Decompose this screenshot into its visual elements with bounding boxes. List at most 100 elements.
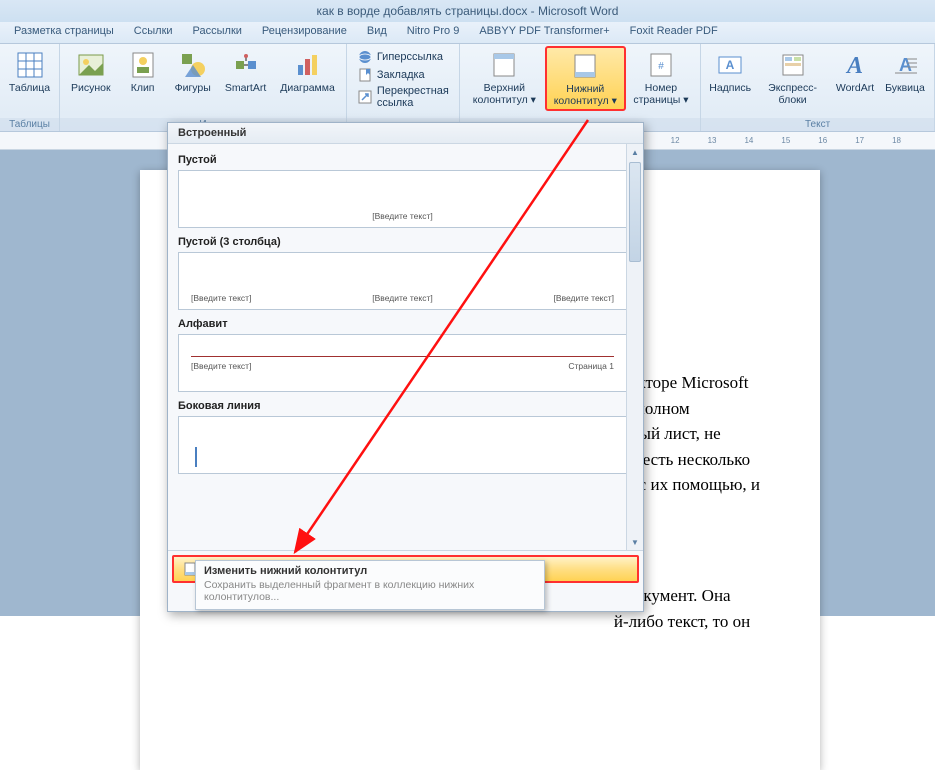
tab-view[interactable]: Вид: [357, 22, 397, 43]
page-number-icon: #: [645, 49, 677, 81]
hyperlink-button[interactable]: Гиперссылка: [355, 48, 451, 66]
tab-abbyy[interactable]: ABBYY PDF Transformer+: [469, 22, 619, 43]
tab-page-layout[interactable]: Разметка страницы: [4, 22, 124, 43]
ruler-mark: 15: [781, 136, 790, 145]
dropcap-icon: A: [889, 49, 921, 81]
tables-group-label: Таблицы: [0, 118, 59, 131]
delete-icon: [178, 589, 194, 605]
ruler-mark: 17: [855, 136, 864, 145]
gallery-item-alphabet[interactable]: [Введите текст] Страница 1: [178, 334, 627, 392]
picture-label: Рисунок: [71, 83, 111, 95]
page-number-label: Номер страницы ▾: [633, 83, 689, 106]
tab-foxit[interactable]: Foxit Reader PDF: [620, 22, 728, 43]
ribbon-tabs: Разметка страницы Ссылки Рассылки Реценз…: [0, 22, 935, 44]
body-text: й-либо текст, то он: [614, 609, 760, 635]
svg-text:A: A: [726, 58, 735, 72]
dropcap-button[interactable]: A Буквица: [880, 46, 930, 98]
scroll-up-icon[interactable]: ▲: [627, 144, 643, 160]
gallery-item-sideline-label: Боковая линия: [178, 400, 633, 412]
scroll-thumb[interactable]: [629, 162, 641, 262]
footer-label: Нижний колонтитул ▾: [553, 84, 618, 107]
clip-button[interactable]: Клип: [118, 46, 168, 98]
text-group-label: Текст: [701, 118, 934, 131]
table-button[interactable]: Таблица: [4, 46, 55, 98]
tab-nitro[interactable]: Nitro Pro 9: [397, 22, 470, 43]
gallery-item-alphabet-label: Алфавит: [178, 318, 633, 330]
bookmark-icon: [357, 67, 373, 83]
placeholder-text: [Введите текст]: [554, 293, 614, 303]
shapes-icon: [177, 49, 209, 81]
header-button[interactable]: Верхний колонтитул ▾: [464, 46, 545, 109]
textbox-icon: A: [714, 49, 746, 81]
placeholder-text: [Введите текст]: [372, 211, 432, 221]
svg-text:A: A: [899, 55, 912, 75]
footer-icon: [569, 50, 601, 82]
chart-label: Диаграмма: [280, 83, 335, 95]
scroll-down-icon[interactable]: ▼: [627, 534, 643, 550]
chart-button[interactable]: Диаграмма: [273, 46, 342, 98]
quickparts-label: Экспресс-блоки: [762, 83, 823, 106]
page-number-button[interactable]: # Номер страницы ▾: [626, 46, 696, 109]
gallery-item-sideline[interactable]: [178, 416, 627, 474]
svg-text:#: #: [658, 61, 664, 72]
gallery-scrollbar[interactable]: ▲ ▼: [626, 144, 643, 550]
divider-line: [191, 356, 614, 357]
table-icon: [14, 49, 46, 81]
ruler-mark: 16: [818, 136, 827, 145]
tab-mailings[interactable]: Рассылки: [183, 22, 252, 43]
gallery-item-empty3[interactable]: [Введите текст] [Введите текст] [Введите…: [178, 252, 627, 310]
placeholder-text: [Введите текст]: [372, 293, 432, 303]
gallery-item-empty[interactable]: [Введите текст]: [178, 170, 627, 228]
quickparts-icon: [777, 49, 809, 81]
tooltip: Изменить нижний колонтитул Сохранить выд…: [195, 560, 545, 610]
ruler-mark: 18: [892, 136, 901, 145]
tab-review[interactable]: Рецензирование: [252, 22, 357, 43]
shapes-label: Фигуры: [175, 83, 211, 95]
gallery-header: Встроенный: [168, 123, 643, 144]
header-icon: [488, 49, 520, 81]
textbox-label: Надпись: [709, 83, 751, 95]
svg-text:A: A: [845, 53, 863, 79]
footer-button[interactable]: Нижний колонтитул ▾: [545, 46, 626, 111]
smartart-icon: [230, 49, 262, 81]
wordart-button[interactable]: A WordArt: [830, 46, 880, 98]
gallery-body: Пустой [Введите текст] Пустой (3 столбца…: [168, 144, 643, 550]
ribbon: Таблица Таблицы Рисунок Клип Фигуры Smar…: [0, 44, 935, 132]
smartart-button[interactable]: SmartArt: [218, 46, 273, 98]
footer-gallery-dropdown: Встроенный Пустой [Введите текст] Пустой…: [167, 122, 644, 612]
quickparts-button[interactable]: Экспресс-блоки: [755, 46, 830, 109]
wordart-icon: A: [839, 49, 871, 81]
chart-icon: [292, 49, 324, 81]
bookmark-button[interactable]: Закладка: [355, 66, 451, 84]
page-number-text: Страница 1: [568, 361, 614, 371]
placeholder-text: [Введите текст]: [191, 361, 251, 371]
hyperlink-icon: [357, 49, 373, 65]
shapes-button[interactable]: Фигуры: [168, 46, 218, 98]
hyperlink-label: Гиперссылка: [377, 51, 443, 63]
tooltip-description: Сохранить выделенный фрагмент в коллекци…: [204, 579, 536, 603]
header-label: Верхний колонтитул ▾: [471, 83, 538, 106]
placeholder-text: [Введите текст]: [191, 293, 251, 303]
textbox-button[interactable]: A Надпись: [705, 46, 755, 98]
crossref-icon: [357, 89, 373, 105]
gallery-item-empty-label: Пустой: [178, 154, 633, 166]
clip-icon: [127, 49, 159, 81]
window-title: как в ворде добавлять страницы.docx - Mi…: [0, 0, 935, 22]
picture-button[interactable]: Рисунок: [64, 46, 118, 98]
gallery-item-empty3-label: Пустой (3 столбца): [178, 236, 633, 248]
crossref-button[interactable]: Перекрестная ссылка: [355, 84, 451, 110]
tab-links[interactable]: Ссылки: [124, 22, 183, 43]
dropcap-label: Буквица: [885, 83, 925, 95]
side-bar: [195, 447, 197, 467]
table-label: Таблица: [9, 83, 50, 95]
clip-label: Клип: [131, 83, 155, 95]
picture-icon: [75, 49, 107, 81]
ruler-mark: 12: [671, 136, 680, 145]
crossref-label: Перекрестная ссылка: [377, 85, 449, 109]
smartart-label: SmartArt: [225, 83, 266, 95]
ruler-mark: 13: [708, 136, 717, 145]
tooltip-title: Изменить нижний колонтитул: [204, 565, 536, 577]
wordart-label: WordArt: [836, 83, 874, 95]
ruler-mark: 14: [744, 136, 753, 145]
bookmark-label: Закладка: [377, 69, 425, 81]
